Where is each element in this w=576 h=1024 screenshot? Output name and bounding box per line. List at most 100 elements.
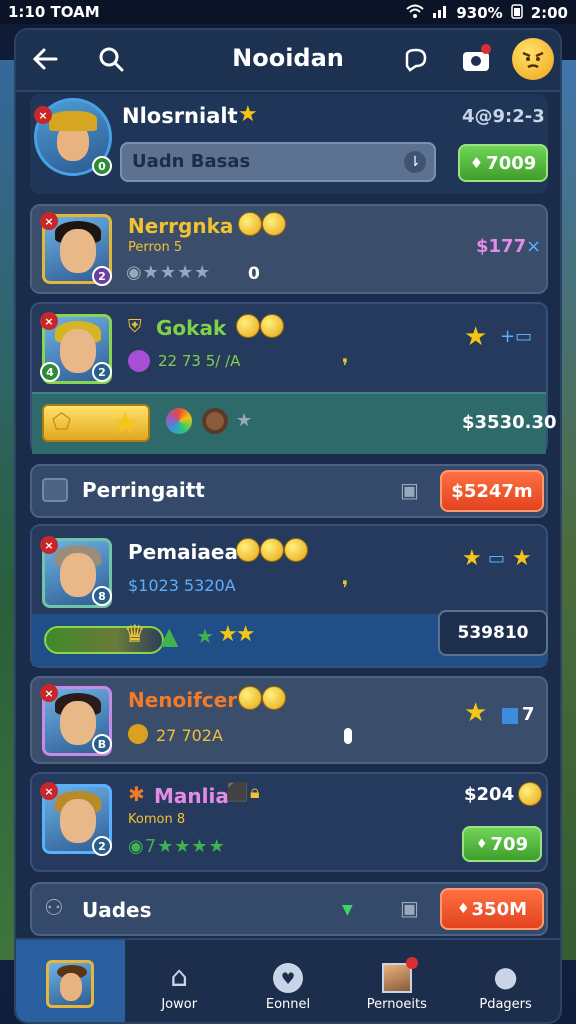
main-panel: Nooidan × 0 Nlosrnialt ★ 4@9:2-3 Uadn Ba… [14,28,562,1024]
section-action-button[interactable]: $5247m [440,470,544,512]
close-badge-icon[interactable]: × [40,536,58,554]
rating-stars: ◉★★★★ [126,262,212,283]
ring-icon [202,408,228,434]
section-action-button[interactable]: ♦ 350M [440,888,544,930]
rainbow-orb-icon [166,408,192,434]
portrait-icon [381,957,418,993]
coin-icon [518,782,542,810]
price-button[interactable]: 539810 [438,610,548,656]
chat-bubble-icon[interactable] [400,44,432,76]
section-header: Perringaitt ▣ $5247m [30,464,548,518]
star-gray-icon: ★ [236,410,253,431]
indicator-icon [344,728,352,744]
item-subtitle: Perron 5 [128,240,183,255]
rank-badge: B [92,734,112,754]
section-header: ⚇ Uades ▼ ▣ ♦ 350M [30,882,548,936]
angry-emoji-avatar-icon[interactable] [512,38,554,80]
close-badge-icon[interactable]: × [34,106,52,124]
gem-icon: ♦ [475,836,488,852]
star-icon: ★ [464,698,488,728]
reward-chest[interactable]: ⬠ ★ [42,404,150,442]
add-box-icon[interactable]: +▭ [500,326,532,347]
square-icon [502,708,518,724]
nav-label: Pdagers [479,997,532,1012]
section-title: Uades [82,898,152,922]
coin-button[interactable]: ♦ 7009 [458,144,548,182]
rank-badge: 2 [92,836,112,856]
battery-percent: 930% [456,4,503,22]
users-icon: ⚇ [44,896,64,921]
battery-icon [510,3,523,23]
crown-icon: ♛ [124,620,146,648]
camera-icon[interactable] [460,42,494,76]
nav-item-jowor[interactable]: ⌂ Jowor [125,940,234,1022]
shield-icon: ⛨ [128,316,142,337]
nav-label: Pernoeits [366,997,427,1012]
search-bar[interactable]: Uadn Basas ⇂ [120,142,436,182]
close-badge-icon[interactable]: × [40,782,58,800]
rank-badge: 2 [92,362,112,382]
buy-button[interactable]: ♦ 709 [462,826,542,862]
nav-item-pdagers[interactable]: ● Pdagers [451,940,560,1022]
list-item[interactable]: × 4 2 ⛨ Gokak 22 73 5/ /A ❜ ★ +▭ ⬠ ★ ★ $… [30,302,557,454]
image-icon [42,478,68,502]
reward-price: $3530.30 [462,412,557,433]
star-icon: ★ [512,546,532,571]
item-name: Nenoifcer [128,688,238,712]
list-item[interactable]: × 2 ✱ Manlia ⬛ 🔒︎ Komon 8 ◉7★★★★ $204 ♦ 7… [30,772,548,872]
list-item[interactable]: × B Nenoifcer 27 702A ★ 7 [30,676,548,764]
close-badge-icon[interactable]: × [40,212,58,230]
indicator-icon: ❜ [342,354,349,378]
rating-count: 0 [248,264,260,284]
item-subtitle: 27 702A [156,726,223,745]
wifi-icon [406,4,425,22]
level-badge: 4 [40,362,60,382]
close-small-icon[interactable]: × [526,236,541,257]
nav-label: Eonnel [265,997,311,1012]
gold-orb-icon [128,724,148,744]
status-clock: 2:00 [530,4,568,22]
notification-dot [405,957,418,969]
briefcase-icon[interactable]: ▣ [400,896,419,920]
nav-item-eonnel[interactable]: ♥ Eonnel [234,940,343,1022]
reward-bar[interactable]: ⬠ ★ ★ $3530.30 [32,392,557,454]
list-item[interactable]: × 8 Pemaiaea $1023 5320A ❜ ★ ▭ ★ ♛ ▲ ★ ★… [30,524,548,668]
triangle-icon: ▲ [160,622,179,650]
gem-icon: ♦ [456,901,470,917]
level-badge: 0 [92,156,112,176]
profile-card: × 0 Nlosrnialt ★ 4@9:2-3 Uadn Basas ⇂ ♦ 7… [30,94,548,194]
close-badge-icon[interactable]: × [40,684,58,702]
item-price: $177 [476,236,527,257]
rank-badge: 2 [92,266,112,286]
nav-item-pernoeits[interactable]: Pernoeits [342,940,451,1022]
item-name: Manlia [154,784,229,808]
star-icon: ★ [462,546,482,571]
purple-orb-icon [128,350,150,372]
item-subtitle: $1023 5320A [128,576,236,595]
emoji-faces-icon [236,314,284,342]
star-icon: ★ [112,406,139,441]
section-title: Perringaitt [82,478,205,502]
close-badge-icon[interactable]: × [40,312,58,330]
tower-icon: ⌂ [170,960,189,993]
briefcase-icon[interactable]: ▣ [400,478,419,502]
top-bar: Nooidan [16,30,560,92]
item-name: Nerrgnka [128,214,234,238]
avatar [46,960,95,1008]
indicator-icon: ❜ [342,576,349,600]
bottom-nav: ⌂ Jowor ♥ Eonnel Pernoeits ● Pdagers [16,938,560,1022]
nav-label: Jowor [161,997,198,1012]
item-name: Pemaiaea [128,540,238,564]
star-green-icon: ★ [196,624,214,648]
user-icon: ● [493,960,518,993]
filter-icon[interactable]: ⇂ [404,151,426,173]
pentagon-icon: ⬠ [52,410,72,435]
progress-strip: ♛ ▲ ★ ★★ 539810 [32,610,548,666]
lock-icon: 🔒︎ [250,782,260,803]
progress-bar [44,626,164,654]
list-item[interactable]: × 2 Nerrgnka Perron 5 ◉★★★★ 0 $177 × [30,204,548,294]
chevron-down-icon[interactable]: ▼ [342,902,353,918]
star-icon: ★ [238,102,258,127]
item-subtitle: 22 73 5/ /A [158,352,241,370]
nav-item-profile[interactable] [16,940,125,1022]
